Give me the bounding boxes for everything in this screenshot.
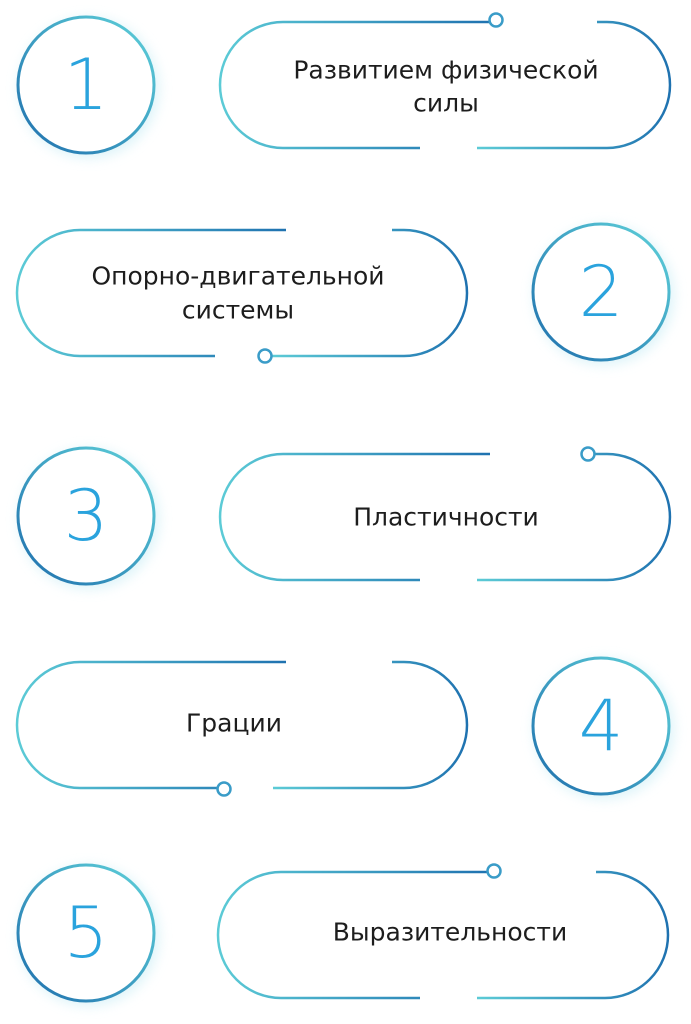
step-4-pill-right bbox=[273, 660, 469, 790]
step-2-connector-dot bbox=[257, 348, 273, 364]
step-1-connector-dot bbox=[488, 12, 504, 28]
step-1-pill-left bbox=[218, 20, 490, 150]
step-4-label: Грации bbox=[186, 709, 282, 738]
step-1-label: Развитием физической bbox=[293, 56, 598, 85]
step-5-connector-dot bbox=[486, 863, 502, 879]
step-1-number: 1 bbox=[64, 44, 109, 126]
step-5-label: Выразительности bbox=[333, 918, 567, 947]
step-3-connector-dot bbox=[580, 446, 596, 462]
steps-diagram: 1 Развитием физической силы Опорно-двига… bbox=[15, 12, 674, 1006]
step-2: Опорно-двигательной системы 2 bbox=[15, 222, 674, 365]
step-5: 5 Выразительности bbox=[16, 863, 670, 1006]
step-4-connector-dot bbox=[216, 781, 232, 797]
step-4-number: 4 bbox=[579, 685, 624, 767]
step-3-label: Пластичности bbox=[353, 503, 539, 532]
step-5-number: 5 bbox=[64, 892, 109, 974]
step-2-pill-top-left bbox=[15, 228, 286, 358]
step-1-pill-right bbox=[477, 20, 672, 150]
step-3-number: 3 bbox=[64, 475, 109, 557]
step-2-number: 2 bbox=[579, 251, 624, 333]
step-4: Грации 4 bbox=[15, 656, 674, 799]
step-1-label-line2: силы bbox=[413, 89, 479, 118]
step-2-label: Опорно-двигательной bbox=[91, 262, 384, 291]
step-3: 3 Пластичности bbox=[16, 446, 672, 589]
step-2-label-line2: системы bbox=[182, 296, 294, 325]
step-2-pill-right bbox=[272, 228, 469, 358]
step-1: 1 Развитием физической силы bbox=[16, 12, 672, 158]
